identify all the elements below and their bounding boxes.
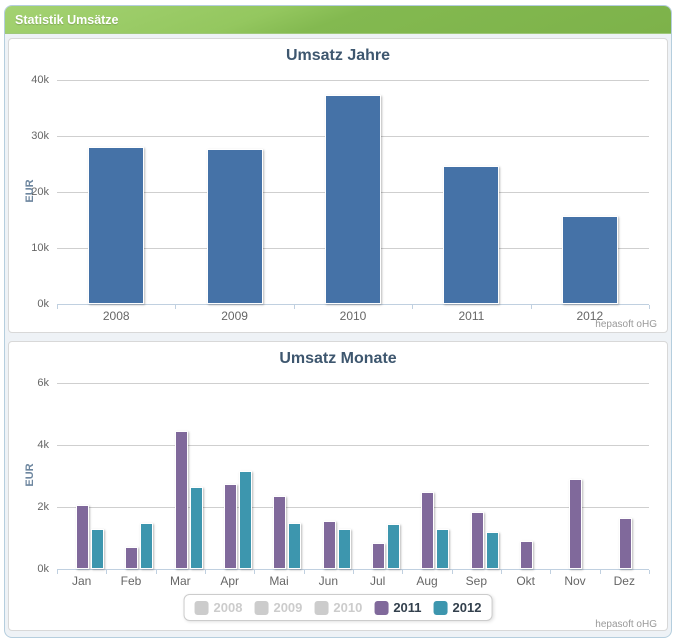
y-tick-label: 6k bbox=[9, 377, 49, 389]
y-tick-label: 2k bbox=[9, 501, 49, 513]
bar-mai-2012[interactable] bbox=[288, 523, 301, 570]
bar-2008[interactable] bbox=[88, 147, 144, 304]
x-tick-label: 2009 bbox=[175, 309, 293, 323]
bar-mai-2011[interactable] bbox=[273, 496, 286, 569]
x-tick-label: Sep bbox=[452, 574, 501, 588]
x-tick-label: Jun bbox=[304, 574, 353, 588]
bar-jan-2012[interactable] bbox=[91, 529, 104, 569]
statistik-panel: Statistik Umsätze Umsatz Jahre EUR hepas… bbox=[4, 5, 672, 638]
y-tick-label: 10k bbox=[9, 242, 49, 254]
bar-apr-2012[interactable] bbox=[239, 471, 252, 569]
gridline bbox=[57, 507, 649, 508]
legend-item-2012[interactable]: 2012 bbox=[434, 600, 482, 615]
bar-nov-2011[interactable] bbox=[569, 479, 582, 569]
y-tick-label: 0k bbox=[9, 298, 49, 310]
legend-item-2010[interactable]: 2010 bbox=[314, 600, 362, 615]
y-tick-label: 40k bbox=[9, 74, 49, 86]
bar-jul-2012[interactable] bbox=[387, 524, 400, 569]
bar-jul-2011[interactable] bbox=[372, 543, 385, 569]
legend-label: 2012 bbox=[453, 600, 482, 615]
legend-item-2009[interactable]: 2009 bbox=[254, 600, 302, 615]
legend-item-2011[interactable]: 2011 bbox=[374, 600, 421, 615]
x-tick-label: Dez bbox=[600, 574, 649, 588]
legend-item-2008[interactable]: 2008 bbox=[195, 600, 243, 615]
chart-title: Umsatz Jahre bbox=[9, 47, 667, 65]
bar-2009[interactable] bbox=[207, 149, 263, 304]
bar-apr-2011[interactable] bbox=[224, 484, 237, 569]
bar-dez-2011[interactable] bbox=[619, 518, 632, 569]
gridline bbox=[57, 80, 649, 81]
x-tick-label: Okt bbox=[501, 574, 550, 588]
x-tick-label: Nov bbox=[550, 574, 599, 588]
axis-tick bbox=[649, 570, 650, 574]
panel-title: Statistik Umsätze bbox=[15, 13, 119, 27]
bar-feb-2011[interactable] bbox=[125, 547, 138, 569]
x-tick-label: Apr bbox=[205, 574, 254, 588]
legend-label: 2009 bbox=[273, 600, 302, 615]
x-tick-label: Jan bbox=[57, 574, 106, 588]
legend: 2008 2009 2010 2011 2012 bbox=[184, 594, 493, 621]
bar-2010[interactable] bbox=[325, 95, 381, 304]
bar-jan-2011[interactable] bbox=[76, 505, 89, 569]
x-tick-label: 2010 bbox=[294, 309, 412, 323]
bar-mar-2011[interactable] bbox=[175, 431, 188, 569]
bar-jun-2012[interactable] bbox=[338, 529, 351, 569]
y-tick-label: 30k bbox=[9, 130, 49, 142]
x-tick-label: 2012 bbox=[531, 309, 649, 323]
bar-sep-2012[interactable] bbox=[486, 532, 499, 569]
bar-aug-2011[interactable] bbox=[421, 492, 434, 570]
bar-2011[interactable] bbox=[443, 166, 499, 304]
legend-label: 2008 bbox=[214, 600, 243, 615]
gridline bbox=[57, 445, 649, 446]
legend-swatch bbox=[374, 601, 388, 615]
x-tick-label: Mai bbox=[254, 574, 303, 588]
bar-mar-2012[interactable] bbox=[190, 487, 203, 569]
gridline bbox=[57, 383, 649, 384]
chart-umsatz-monate: Umsatz Monate EUR 2008 2009 2010 2011 2012 h… bbox=[8, 341, 668, 631]
x-tick-label: 2008 bbox=[57, 309, 175, 323]
x-tick-label: Feb bbox=[106, 574, 155, 588]
bar-feb-2012[interactable] bbox=[140, 523, 153, 570]
y-tick-label: 0k bbox=[9, 563, 49, 575]
chart-title: Umsatz Monate bbox=[9, 350, 667, 368]
y-axis-title: EUR bbox=[24, 460, 36, 490]
legend-swatch bbox=[254, 601, 268, 615]
credits-label: hepasoft oHG bbox=[595, 619, 657, 630]
panel-header: Statistik Umsätze bbox=[5, 6, 671, 34]
legend-swatch bbox=[434, 601, 448, 615]
bar-2012[interactable] bbox=[562, 216, 618, 304]
y-tick-label: 20k bbox=[9, 186, 49, 198]
bar-okt-2011[interactable] bbox=[520, 541, 533, 569]
chart-umsatz-jahre: Umsatz Jahre EUR hepasoft oHG 0k10k20k30… bbox=[8, 38, 668, 333]
axis-tick bbox=[649, 305, 650, 309]
x-axis-line bbox=[57, 304, 649, 305]
bar-jun-2011[interactable] bbox=[323, 521, 336, 569]
y-tick-label: 4k bbox=[9, 439, 49, 451]
x-tick-label: 2011 bbox=[412, 309, 530, 323]
x-tick-label: Aug bbox=[402, 574, 451, 588]
legend-swatch bbox=[195, 601, 209, 615]
legend-label: 2010 bbox=[333, 600, 362, 615]
bar-sep-2011[interactable] bbox=[471, 512, 484, 569]
x-tick-label: Jul bbox=[353, 574, 402, 588]
legend-swatch bbox=[314, 601, 328, 615]
x-tick-label: Mar bbox=[156, 574, 205, 588]
bar-aug-2012[interactable] bbox=[436, 529, 449, 569]
legend-label: 2011 bbox=[393, 600, 421, 615]
